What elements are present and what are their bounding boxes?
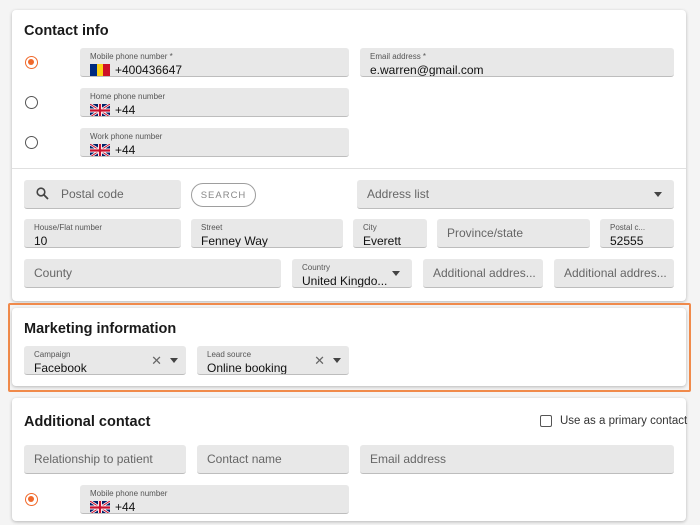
address-list-placeholder: Address list: [367, 187, 430, 201]
contact-info-card: Contact info Mobile phone number * +4004…: [12, 10, 686, 301]
work-phone-field[interactable]: Work phone number +44: [80, 128, 349, 157]
work-phone-value: +44: [115, 143, 136, 157]
marketing-card: Marketing information Campaign Facebook …: [12, 308, 686, 386]
campaign-value: Facebook: [34, 361, 87, 375]
chevron-down-icon[interactable]: [654, 192, 662, 197]
campaign-select[interactable]: Campaign Facebook ✕: [24, 346, 186, 375]
contact-info-title: Contact info: [24, 23, 109, 39]
clear-icon[interactable]: ✕: [151, 354, 162, 367]
postal-code-value: 52555: [610, 234, 644, 248]
mobile-phone-field[interactable]: Mobile phone number * +400436647: [80, 48, 349, 77]
marketing-title: Marketing information: [24, 321, 177, 337]
contact-name-field[interactable]: Contact name: [197, 445, 349, 474]
house-number-label: House/Flat number: [34, 223, 103, 232]
contact-mobile-radio[interactable]: [25, 493, 38, 506]
street-value: Fenney Way: [201, 234, 268, 248]
additional-address-2-placeholder: Additional addres...: [564, 266, 667, 280]
address-list-select[interactable]: Address list: [357, 180, 674, 209]
postal-search-input[interactable]: Postal code: [24, 180, 181, 209]
home-phone-label: Home phone number: [90, 92, 166, 101]
mobile-phone-value: +400436647: [115, 63, 183, 77]
country-select[interactable]: Country United Kingdo...: [292, 259, 412, 288]
house-number-field[interactable]: House/Flat number 10: [24, 219, 181, 248]
search-button[interactable]: SEARCH: [191, 183, 256, 207]
street-field[interactable]: Street Fenney Way: [191, 219, 343, 248]
chevron-down-icon[interactable]: [170, 358, 178, 363]
uk-flag-icon[interactable]: [90, 103, 110, 117]
home-phone-field[interactable]: Home phone number +44: [80, 88, 349, 117]
additional-contact-title: Additional contact: [24, 414, 151, 430]
email-field[interactable]: Email address * e.warren@gmail.com: [360, 48, 674, 77]
country-label: Country: [302, 263, 331, 272]
contact-mobile-label: Mobile phone number: [90, 489, 168, 498]
lead-source-select[interactable]: Lead source Online booking ✕: [197, 346, 349, 375]
romania-flag-icon[interactable]: [90, 63, 110, 77]
lead-source-label: Lead source: [207, 350, 252, 359]
uk-flag-icon[interactable]: [90, 500, 110, 514]
city-label: City: [363, 223, 377, 232]
work-phone-label: Work phone number: [90, 132, 163, 141]
primary-contact-checkbox[interactable]: [540, 415, 552, 427]
city-field[interactable]: City Everett: [353, 219, 427, 248]
mobile-phone-label: Mobile phone number *: [90, 52, 173, 61]
work-primary-radio[interactable]: [25, 136, 38, 149]
contact-name-placeholder: Contact name: [207, 452, 282, 466]
province-field[interactable]: Province/state: [437, 219, 590, 248]
home-phone-value: +44: [115, 103, 136, 117]
contact-email-field[interactable]: Email address: [360, 445, 674, 474]
additional-address-1-field[interactable]: Additional addres...: [423, 259, 543, 288]
relationship-field[interactable]: Relationship to patient: [24, 445, 186, 474]
search-icon: [36, 187, 49, 200]
city-value: Everett: [363, 234, 402, 248]
contact-mobile-field[interactable]: Mobile phone number +44: [80, 485, 349, 514]
contact-mobile-value: +44: [115, 500, 136, 514]
home-primary-radio[interactable]: [25, 96, 38, 109]
mobile-primary-radio[interactable]: [25, 56, 38, 69]
additional-contact-card: Additional contact Use as a primary cont…: [12, 398, 688, 521]
email-value: e.warren@gmail.com: [370, 63, 484, 77]
email-label: Email address *: [370, 52, 427, 61]
additional-address-2-field[interactable]: Additional addres...: [554, 259, 674, 288]
lead-source-value: Online booking: [207, 361, 288, 375]
postal-code-field[interactable]: Postal c... 52555: [600, 219, 674, 248]
county-field[interactable]: County: [24, 259, 281, 288]
section-divider: [12, 168, 686, 169]
house-number-value: 10: [34, 234, 48, 248]
uk-flag-icon[interactable]: [90, 143, 110, 157]
contact-email-placeholder: Email address: [370, 452, 447, 466]
relationship-placeholder: Relationship to patient: [34, 452, 153, 466]
county-placeholder: County: [34, 266, 73, 280]
campaign-label: Campaign: [34, 350, 71, 359]
province-placeholder: Province/state: [447, 226, 524, 240]
clear-icon[interactable]: ✕: [314, 354, 325, 367]
chevron-down-icon[interactable]: [333, 358, 341, 363]
additional-address-1-placeholder: Additional addres...: [433, 266, 536, 280]
primary-contact-label: Use as a primary contact: [560, 415, 688, 427]
country-value: United Kingdo...: [302, 274, 388, 288]
street-label: Street: [201, 223, 223, 232]
postal-search-placeholder: Postal code: [61, 187, 124, 201]
chevron-down-icon[interactable]: [392, 271, 400, 276]
postal-code-label: Postal c...: [610, 223, 646, 232]
